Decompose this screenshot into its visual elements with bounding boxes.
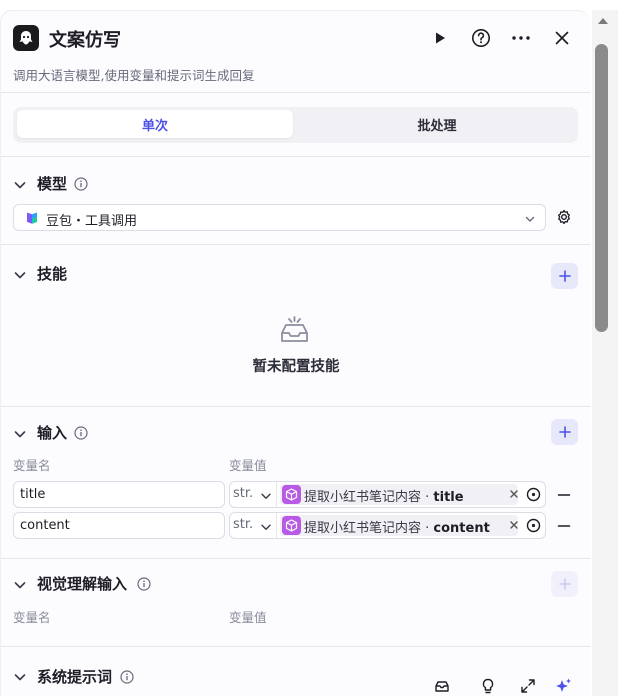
run-mode-tabs: 单次 批处理 [13, 107, 578, 143]
target-icon[interactable] [526, 518, 541, 533]
skills-empty-text: 暂未配置技能 [252, 359, 340, 375]
divider [1, 244, 590, 245]
clear-icon[interactable] [508, 519, 520, 531]
selected-model-label: 豆包・工具调用 [46, 214, 138, 229]
system-prompt-section-title: 系统提示词 [37, 668, 113, 686]
page-title: 文案仿写 [49, 30, 121, 51]
variable-name-input[interactable]: content [13, 512, 225, 539]
add-input-button[interactable] [551, 419, 578, 445]
type-select-label[interactable]: str. [233, 517, 253, 532]
variable-value-field[interactable]: str. 提取小红书笔记内容 · content [229, 512, 546, 539]
remove-row-icon[interactable] [557, 519, 571, 533]
play-icon[interactable] [427, 25, 453, 51]
reference-node: 提取小红书笔记内容 · [304, 521, 434, 536]
close-icon[interactable] [549, 25, 575, 51]
model-select[interactable]: 豆包・工具调用 [13, 204, 546, 231]
remove-row-icon[interactable] [557, 488, 571, 502]
target-icon[interactable] [526, 487, 541, 502]
cube-icon [282, 516, 301, 535]
chevron-down-icon[interactable] [13, 268, 27, 282]
type-select-label[interactable]: str. [233, 486, 253, 501]
empty-inbox-icon [281, 316, 308, 342]
column-header-name: 变量名 [13, 458, 51, 473]
divider [276, 513, 277, 538]
chevron-down-icon[interactable] [13, 178, 27, 192]
node-config-panel: 文案仿写 调用大语言模型,使用变量和提示词生成回复 单次 批处理 模型 豆包・工… [0, 10, 590, 696]
info-icon[interactable] [137, 577, 151, 591]
settings-icon[interactable] [556, 209, 572, 225]
reference-field: title [433, 490, 464, 505]
add-skill-button[interactable] [551, 263, 578, 289]
doubao-logo-icon [27, 212, 37, 224]
reference-node: 提取小红书笔记内容 · [304, 490, 434, 505]
help-icon[interactable] [468, 25, 494, 51]
chevron-down-icon[interactable] [260, 490, 272, 502]
chevron-down-icon [525, 216, 535, 222]
vision-section-title: 视觉理解输入 [37, 575, 128, 593]
divider [276, 482, 277, 507]
info-icon[interactable] [120, 670, 134, 684]
model-section-title: 模型 [37, 175, 68, 193]
lightbulb-icon[interactable] [479, 677, 497, 695]
divider [1, 156, 590, 157]
skills-section-title: 技能 [37, 265, 68, 283]
chevron-down-icon[interactable] [13, 427, 27, 441]
chevron-down-icon[interactable] [260, 521, 272, 533]
input-section-title: 输入 [37, 424, 68, 442]
reference-field: content [433, 521, 490, 536]
reference-text: 提取小红书笔记内容 · title [304, 486, 464, 505]
variable-name-input[interactable]: title [13, 481, 225, 508]
info-icon[interactable] [74, 426, 88, 440]
variable-reference-tag[interactable]: 提取小红书笔记内容 · content [280, 515, 518, 536]
divider [1, 646, 590, 647]
column-header-value: 变量值 [229, 458, 267, 473]
tab-batch[interactable]: 批处理 [299, 110, 575, 138]
divider [1, 558, 590, 559]
cube-icon [282, 485, 301, 504]
tab-single[interactable]: 单次 [17, 110, 293, 138]
prompt-library-icon[interactable] [433, 677, 451, 695]
info-icon[interactable] [74, 177, 88, 191]
chevron-down-icon[interactable] [13, 578, 27, 592]
variable-reference-tag[interactable]: 提取小红书笔记内容 · title [280, 484, 518, 505]
reference-text: 提取小红书笔记内容 · content [304, 517, 490, 536]
more-icon[interactable] [508, 25, 534, 51]
scroll-up-arrow-icon[interactable] [598, 18, 608, 24]
column-header-name: 变量名 [13, 610, 51, 625]
node-description: 调用大语言模型,使用变量和提示词生成回复 [13, 68, 255, 83]
panel-header: 文案仿写 调用大语言模型,使用变量和提示词生成回复 [1, 11, 590, 93]
add-vision-input-button[interactable] [551, 571, 578, 597]
variable-value-field[interactable]: str. 提取小红书笔记内容 · title [229, 481, 546, 508]
ai-sparkle-icon[interactable] [555, 677, 573, 695]
scrollbar-thumb[interactable] [595, 44, 608, 332]
robot-logo-icon [13, 25, 39, 51]
expand-icon[interactable] [519, 677, 537, 695]
clear-icon[interactable] [508, 488, 520, 500]
column-header-value: 变量值 [229, 610, 267, 625]
chevron-down-icon[interactable] [13, 670, 27, 684]
divider [1, 406, 590, 407]
